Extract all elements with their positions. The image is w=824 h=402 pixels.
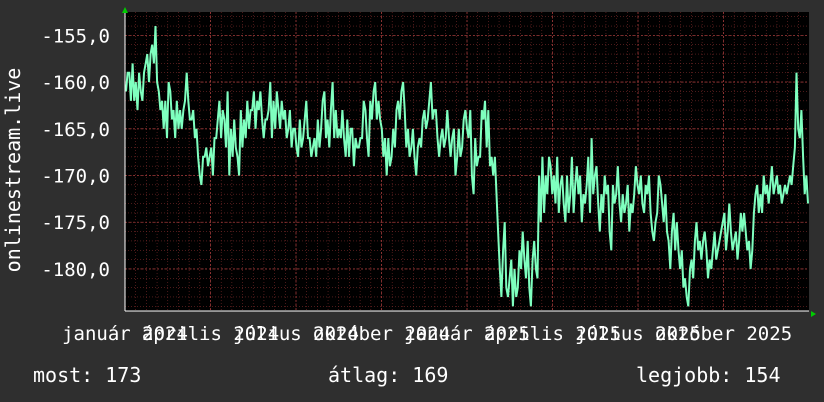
y-tick-label: -155,0 [41, 25, 110, 47]
y-axis-label: onlinestream.live [1, 68, 25, 273]
chart: -155,0-160,0-165,0-170,0-175,0-180,0 jan… [1, 7, 816, 345]
stat-best: legjobb: 154 [636, 363, 781, 387]
x-tick-label: október 2025 [655, 323, 792, 345]
y-tick-label: -180,0 [41, 259, 110, 281]
x-axis-arrow [811, 311, 816, 317]
y-tick-label: -165,0 [41, 119, 110, 141]
y-axis-arrow [122, 7, 128, 13]
y-tick-label: -170,0 [41, 166, 110, 188]
stat-current: most: 173 [33, 363, 142, 387]
y-tick-label: -175,0 [41, 212, 110, 234]
stat-average: átlag: 169 [328, 363, 449, 387]
y-tick-label: -160,0 [41, 72, 110, 94]
